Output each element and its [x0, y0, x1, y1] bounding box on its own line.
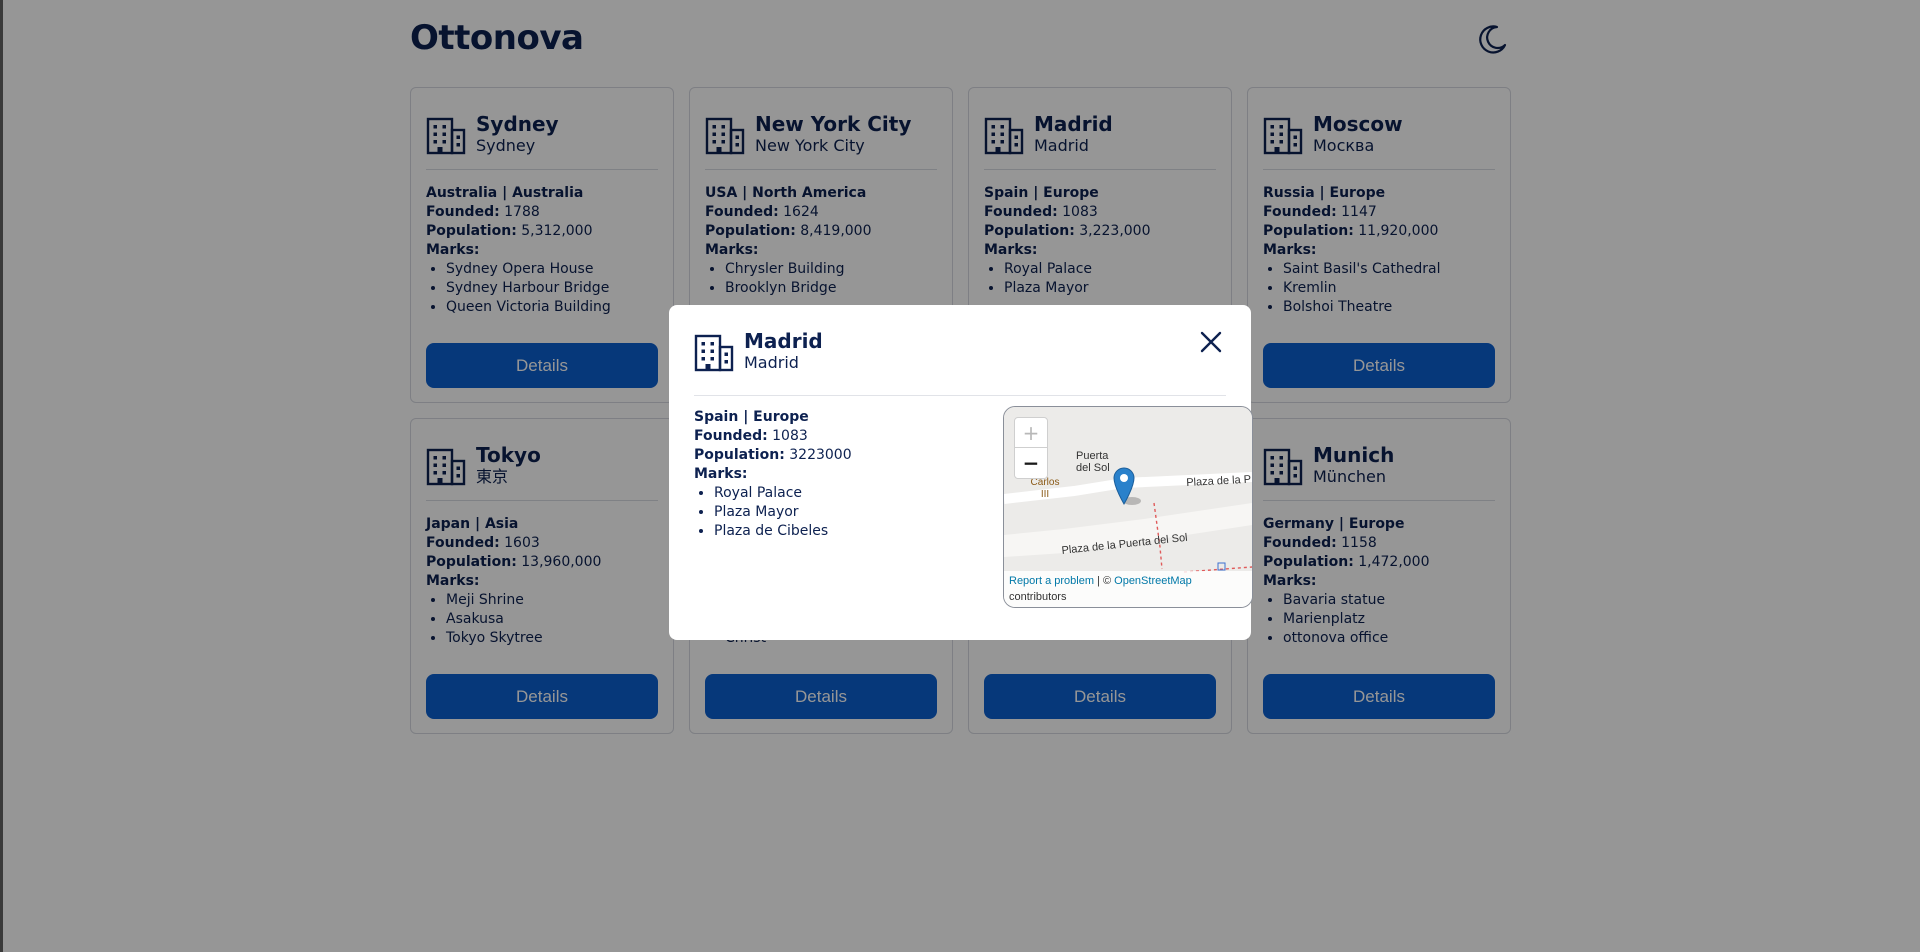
modal-marks-list: Royal Palace Plaza Mayor Plaza de Cibele… — [694, 484, 954, 541]
map-marker-icon — [1113, 467, 1141, 505]
marks-label: Marks: — [694, 466, 748, 482]
building-icon — [694, 334, 734, 372]
list-item: Plaza de Cibeles — [714, 522, 954, 541]
city-map[interactable]: Puerta del Sol Carlos III Plaza de la Pu… — [1003, 406, 1253, 608]
attribution-contributors: contributors — [1009, 591, 1067, 603]
modal-region: Spain | Europe — [694, 409, 809, 425]
map-attribution: Report a problem | © OpenStreetMap contr… — [1004, 571, 1252, 607]
list-item: Plaza Mayor — [714, 503, 954, 522]
modal-population-value: 3223000 — [789, 447, 852, 463]
map-label: Carlos III — [1030, 477, 1060, 500]
founded-label: Founded: — [694, 428, 768, 444]
modal-city-name: Madrid — [744, 329, 823, 353]
modal-founded-value: 1083 — [772, 428, 808, 444]
modal-population-row: Population: 3223000 — [694, 446, 954, 465]
window-border — [0, 0, 3, 952]
list-item: Royal Palace — [714, 484, 954, 503]
modal-header: Madrid Madrid — [694, 305, 1226, 396]
attribution-separator: | © — [1094, 575, 1115, 587]
map-zoom-control: + − — [1014, 417, 1048, 479]
city-detail-modal: Madrid Madrid Spain | Europe Founded: 10… — [669, 305, 1253, 640]
population-label: Population: — [694, 447, 785, 463]
zoom-in-button[interactable]: + — [1015, 418, 1047, 448]
openstreetmap-link[interactable]: OpenStreetMap — [1114, 575, 1192, 587]
modal-info: Spain | Europe Founded: 1083 Population:… — [694, 408, 954, 541]
modal-content: Spain | Europe Founded: 1083 Population:… — [694, 396, 1253, 608]
modal-founded-row: Founded: 1083 — [694, 427, 954, 446]
modal-close-button[interactable] — [1196, 327, 1226, 357]
report-problem-link[interactable]: Report a problem — [1009, 575, 1094, 587]
modal-city-local-name: Madrid — [744, 353, 799, 372]
zoom-out-button[interactable]: − — [1015, 448, 1047, 478]
close-icon — [1200, 331, 1222, 353]
